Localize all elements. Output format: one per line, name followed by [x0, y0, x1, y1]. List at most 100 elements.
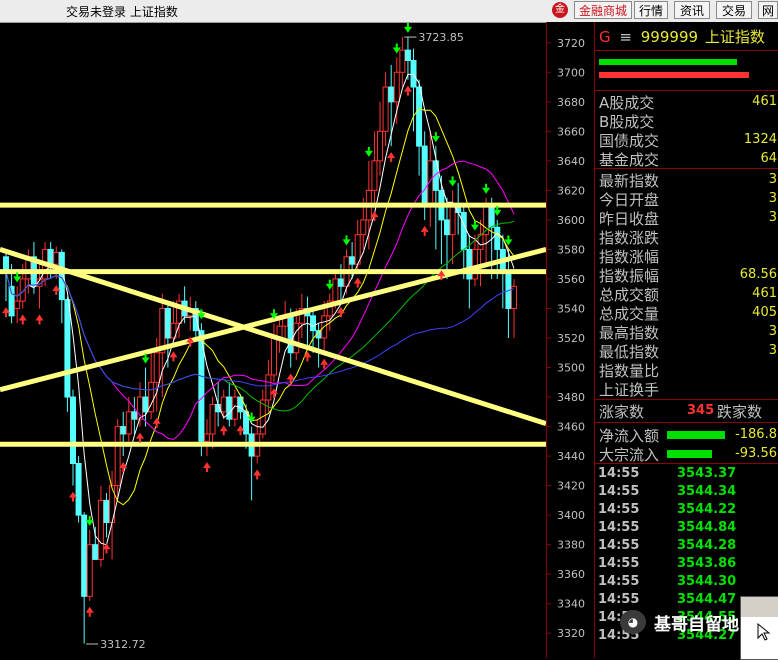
candle-body[interactable] [265, 374, 272, 401]
candle-body[interactable] [153, 352, 160, 383]
candle-body[interactable] [332, 278, 339, 302]
index-stat-row: 指数量比 [595, 360, 778, 380]
candle-body[interactable] [494, 226, 501, 250]
web-button[interactable]: 网 [758, 1, 778, 19]
finance-mall-button[interactable]: 金融商城 [574, 1, 632, 19]
y-tick-label: 3540 [557, 302, 585, 315]
popup-titlebar [741, 597, 778, 617]
buy-signal-icon [320, 358, 329, 365]
stat-label: 总成交额 [599, 286, 660, 304]
candle-body[interactable] [114, 426, 121, 487]
candle-body[interactable] [220, 396, 227, 413]
candle-body[interactable] [444, 219, 451, 236]
candle-body[interactable] [360, 219, 367, 236]
candle-body[interactable] [310, 315, 317, 332]
stat-label: 指数涨跌 [599, 229, 660, 247]
candle-body[interactable] [203, 433, 210, 442]
tick-row: 14:55 3544.22 [595, 502, 778, 520]
candle-body[interactable] [164, 307, 171, 339]
tick-time: 14:55 [598, 520, 640, 535]
candle-body[interactable] [349, 256, 356, 265]
stat-label: 昨日收盘 [599, 210, 660, 228]
candle-body[interactable] [209, 403, 216, 435]
kline-chart[interactable]: 3723.85 3312.72 [0, 22, 546, 658]
candle-body[interactable] [47, 248, 54, 265]
tick-row: 14:55 3543.86 [595, 556, 778, 574]
stat-label: 最高指数 [599, 324, 660, 342]
candle-body[interactable] [388, 86, 395, 103]
candle-body[interactable] [410, 59, 417, 88]
candle-body[interactable] [53, 251, 60, 265]
quotes-button[interactable]: 行情 [634, 1, 668, 19]
menu-icon[interactable]: ≡ [619, 28, 632, 46]
candle-body[interactable] [416, 86, 423, 147]
candle-body[interactable] [226, 396, 233, 420]
candle-body[interactable] [92, 544, 99, 560]
tick-price: 3544.22 [677, 502, 737, 517]
candle-body[interactable] [393, 71, 400, 103]
index-header: G ≡ 999999 上证指数 [599, 26, 765, 47]
divider [595, 90, 778, 91]
green-ratio-bar [599, 59, 737, 65]
candle-body[interactable] [488, 204, 495, 228]
candle-body[interactable] [404, 49, 411, 61]
candle-body[interactable] [471, 248, 478, 280]
sell-signal-icon [482, 187, 491, 194]
candle-body[interactable] [69, 396, 76, 464]
candle-body[interactable] [131, 411, 138, 420]
buy-signal-icon [219, 425, 228, 432]
candle-body[interactable] [97, 499, 104, 560]
candle-body[interactable] [382, 86, 389, 132]
candle-body[interactable] [81, 514, 88, 597]
stat-label: 最低指数 [599, 343, 660, 361]
index-stat-row: 指数涨跌 [595, 227, 778, 247]
group-marker: G [599, 28, 611, 46]
candle-body[interactable] [293, 322, 300, 354]
sell-signal-icon [403, 26, 412, 33]
tick-price: 3543.86 [677, 556, 737, 571]
y-tick-label: 3680 [557, 96, 585, 109]
fund-flow-row: 大宗流入 -93.56 [595, 444, 778, 464]
sell-signal-icon [470, 224, 479, 231]
stat-label: A股成交 [599, 94, 655, 112]
trade-button[interactable]: 交易 [716, 1, 752, 19]
candle-body[interactable] [337, 278, 344, 287]
high-value-label: 3723.85 [418, 31, 464, 44]
buy-signal-icon [85, 606, 94, 613]
candle-body[interactable] [75, 462, 82, 516]
candle-body[interactable] [142, 396, 149, 413]
candle-body[interactable] [14, 300, 21, 309]
stat-value: 64 [760, 151, 777, 166]
y-tick-label: 3460 [557, 421, 585, 434]
tick-row: 14:55 3544.30 [595, 574, 778, 592]
buy-signal-icon [35, 314, 44, 321]
candle-body[interactable] [466, 248, 473, 280]
candle-body[interactable] [399, 49, 406, 73]
candle-body[interactable] [371, 160, 378, 191]
y-tick-label: 3500 [557, 362, 585, 375]
buy-signal-icon [420, 225, 429, 232]
candle-body[interactable] [460, 212, 467, 250]
stat-value: 1324 [743, 132, 777, 147]
candle-body[interactable] [449, 204, 456, 236]
buy-signal-icon [286, 373, 295, 380]
tick-price: 3544.30 [677, 574, 737, 589]
y-tick-label: 3640 [557, 155, 585, 168]
candle-body[interactable] [86, 544, 93, 597]
candle-body[interactable] [120, 426, 127, 435]
candle-body[interactable] [8, 285, 15, 317]
tick-row: 14:55 3544.28 [595, 538, 778, 556]
buy-signal-icon [169, 351, 178, 358]
low-value-label: 3312.72 [100, 638, 145, 651]
candle-body[interactable] [377, 130, 384, 162]
buy-signal-icon [253, 469, 262, 476]
candle-body[interactable] [287, 315, 294, 354]
mini-popup[interactable] [740, 596, 778, 660]
candle-body[interactable] [270, 337, 277, 376]
news-button[interactable]: 资讯 [674, 1, 710, 19]
candle-body[interactable] [125, 411, 132, 435]
candle-body[interactable] [103, 499, 110, 524]
candle-body[interactable] [64, 299, 71, 398]
candle-body[interactable] [421, 145, 428, 206]
stat-label: 基金成交 [599, 151, 660, 169]
